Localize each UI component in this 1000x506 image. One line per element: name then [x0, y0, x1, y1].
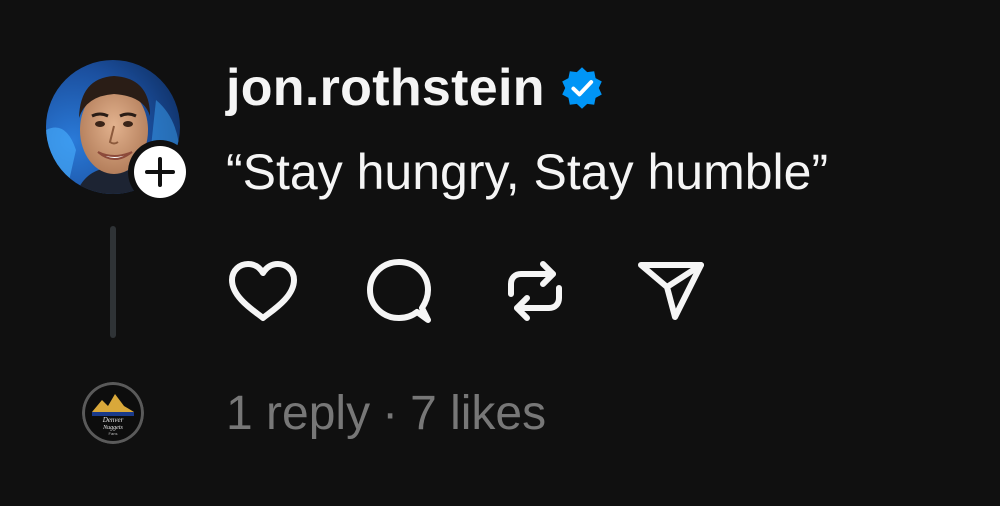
denver-nuggets-fans-logo: Denver Nuggets Fans [82, 382, 144, 444]
send-icon [638, 262, 704, 320]
replies-count[interactable]: 1 reply [226, 386, 370, 442]
thread-post: jon.rothstein “Stay hungry, Stay humble” [0, 0, 1000, 506]
stats-separator: · [382, 387, 399, 440]
comment-icon [367, 259, 431, 323]
reply-button[interactable] [362, 254, 436, 328]
repost-button[interactable] [498, 254, 572, 328]
thread-connector-line [110, 226, 116, 338]
username[interactable]: jon.rothstein [226, 58, 545, 118]
post-stats: 1 reply · 7 likes [226, 386, 546, 442]
heart-icon [229, 261, 297, 321]
like-button[interactable] [226, 254, 300, 328]
likes-count[interactable]: 7 likes [410, 386, 546, 442]
plus-icon [145, 157, 175, 187]
logo-text-line1: Denver [102, 416, 124, 424]
logo-text-line3: Fans [109, 431, 118, 436]
post-actions [226, 254, 708, 328]
repost-icon [508, 261, 562, 321]
follow-button[interactable] [128, 140, 192, 204]
post-caption: “Stay hungry, Stay humble” [226, 144, 829, 200]
follow-button-circle [134, 146, 186, 198]
share-button[interactable] [634, 254, 708, 328]
verified-badge-icon [562, 67, 602, 109]
post-header: jon.rothstein [226, 58, 605, 118]
reply-avatar[interactable]: Denver Nuggets Fans [82, 382, 144, 444]
